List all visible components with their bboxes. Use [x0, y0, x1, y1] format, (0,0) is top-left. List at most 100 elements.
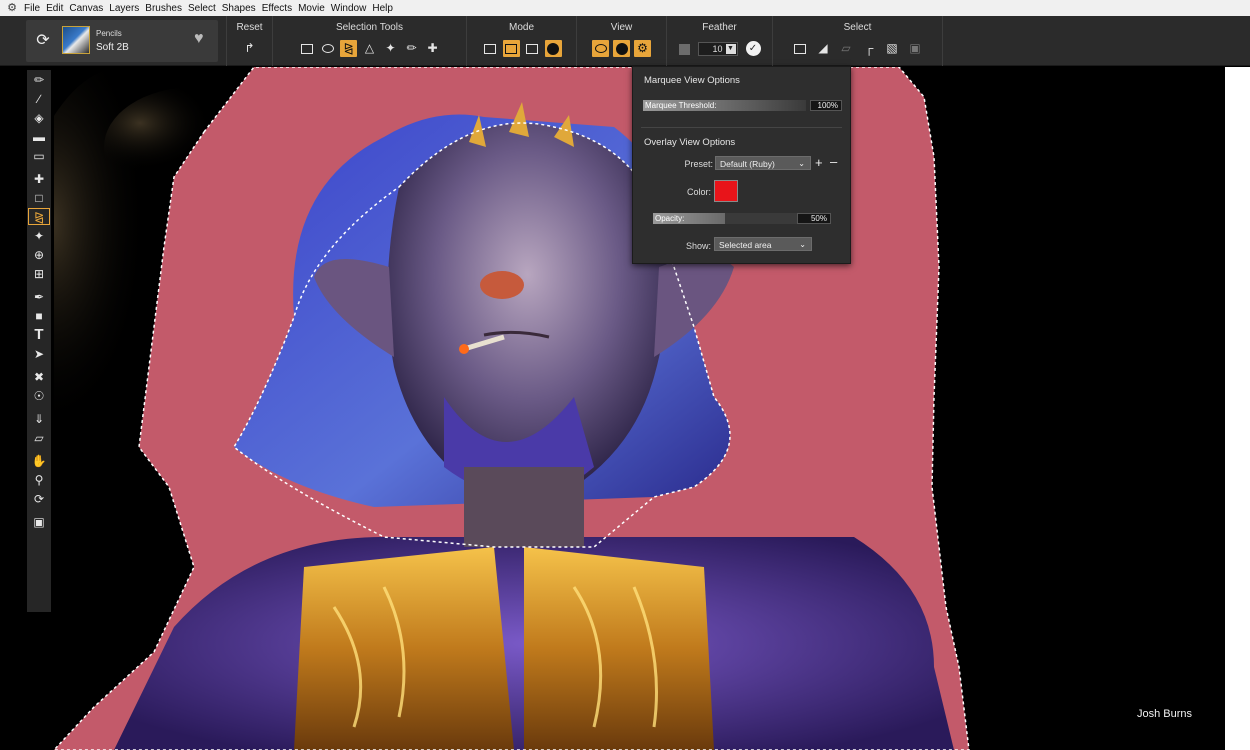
paint-bucket-tool-icon[interactable]: ◈ [27, 108, 51, 127]
reset-group: Reset ↱ [226, 16, 272, 66]
marquee-view-options-title: Marquee View Options [644, 75, 740, 86]
property-bar: ⟳ Pencils Soft 2B ♥ Reset ↱ Selection To… [0, 16, 1250, 66]
feather-title: Feather [702, 22, 737, 33]
opacity-value-text: 50% [810, 214, 827, 223]
marquee-threshold-value-text: 100% [817, 101, 838, 110]
opacity-value[interactable]: 50% [797, 213, 831, 224]
opacity-label: Opacity: [655, 214, 685, 223]
selection-brush-icon[interactable]: ✏ [403, 40, 420, 57]
cloner-tool-icon[interactable]: ✖ [27, 367, 51, 386]
reset-tool-icon[interactable]: ↱ [241, 40, 258, 57]
menu-edit[interactable]: Edit [46, 3, 63, 14]
selection-tools-group: Selection Tools ⧎ △ ✦ ✏ ✚ [272, 16, 466, 66]
feather-value-field[interactable]: 10 ▼ [697, 42, 738, 56]
rotate-page-tool-icon[interactable]: ⟳ [27, 489, 51, 508]
oval-selection-icon[interactable] [319, 40, 336, 57]
mode-replace-icon[interactable] [482, 40, 499, 57]
pen-tool-icon[interactable]: ✒ [27, 287, 51, 306]
menu-help[interactable]: Help [372, 3, 393, 14]
menu-file[interactable]: File [24, 3, 40, 14]
marquee-threshold-label: Marquee Threshold: [645, 101, 717, 110]
select-all-icon[interactable] [792, 40, 809, 57]
menu-shapes[interactable]: Shapes [222, 3, 256, 14]
select-transform-icon[interactable]: ▱ [838, 40, 855, 57]
marquee-threshold-slider[interactable]: Marquee Threshold: [643, 100, 806, 111]
show-dropdown[interactable]: Selected area ⌄ [714, 237, 812, 251]
opacity-slider[interactable]: Opacity: [653, 213, 725, 224]
show-dropdown-value: Selected area [719, 240, 772, 250]
feather-apply-check-icon[interactable]: ✓ [745, 41, 761, 56]
gradient-tool-icon[interactable]: ▬ [27, 127, 51, 146]
mirror-tool-icon[interactable]: ⇓ [27, 409, 51, 428]
empty-group [942, 16, 1094, 66]
menu-brushes[interactable]: Brushes [145, 3, 182, 14]
mode-intersect-icon[interactable] [544, 40, 562, 57]
selection-tools-title: Selection Tools [335, 22, 404, 33]
shape-selection-tool-icon[interactable]: ➤ [27, 344, 51, 363]
select-save-icon[interactable]: ▣ [907, 40, 924, 57]
menu-bar: ⚙ File Edit Canvas Layers Brushes Select… [0, 0, 1250, 16]
grabber-hand-tool-icon[interactable]: ✋ [27, 451, 51, 470]
feather-group: Feather 10 ▼ ✓ [666, 16, 772, 66]
layer-adjuster-tool-icon[interactable]: ✚ [27, 169, 51, 188]
mode-group: Mode [466, 16, 576, 66]
overlay-color-swatch[interactable] [714, 180, 738, 202]
feather-swatch-icon [678, 44, 690, 55]
select-grow-icon[interactable]: ┌ [861, 40, 878, 57]
eraser-tool-icon[interactable]: ▭ [27, 146, 51, 165]
rectangular-selection-tool-icon[interactable]: □ [27, 188, 51, 207]
select-shrink-icon[interactable]: ▧ [884, 40, 901, 57]
magic-wand-icon[interactable]: ✦ [382, 40, 399, 57]
select-group: Select ◢ ▱ ┌ ▧ ▣ [772, 16, 942, 66]
feather-dropdown-arrow-icon[interactable]: ▼ [725, 44, 736, 54]
view-overlay-icon[interactable] [613, 40, 630, 57]
add-preset-icon[interactable]: + [815, 156, 823, 170]
menu-effects[interactable]: Effects [262, 3, 292, 14]
brush-tool-icon[interactable]: ✏ [27, 70, 51, 89]
artist-credit: Josh Burns [1136, 708, 1192, 720]
preset-dropdown[interactable]: Default (Ruby) ⌄ [715, 156, 811, 170]
magic-wand-tool-icon[interactable]: ✦ [27, 226, 51, 245]
menu-select[interactable]: Select [188, 3, 216, 14]
menu-movie[interactable]: Movie [298, 3, 325, 14]
menu-window[interactable]: Window [331, 3, 367, 14]
rectangle-selection-icon[interactable] [298, 40, 315, 57]
rectangle-shape-tool-icon[interactable]: ■ [27, 306, 51, 325]
menu-canvas[interactable]: Canvas [69, 3, 103, 14]
mode-subtract-icon[interactable] [524, 40, 541, 57]
marquee-view-options-panel: Marquee View Options Marquee Threshold: … [632, 66, 851, 264]
lasso-tool-icon[interactable]: ⧎ [27, 207, 51, 226]
feather-value-text: 10 [712, 44, 723, 54]
screen-mode-toggle-icon[interactable]: ▣ [27, 512, 51, 531]
brush-selector[interactable]: ⟳ Pencils Soft 2B ♥ [26, 20, 218, 62]
polygonal-lasso-icon[interactable]: △ [361, 40, 378, 57]
crop-tool-icon[interactable]: ⊞ [27, 264, 51, 283]
remove-preset-icon[interactable]: – [830, 155, 837, 169]
perspective-tool-icon[interactable]: ▱ [27, 428, 51, 447]
opacity-slider-track[interactable] [725, 213, 797, 224]
brush-reset-icon[interactable]: ⟳ [34, 32, 52, 50]
dropper-tool-icon[interactable]: ∕ [27, 89, 51, 108]
show-label: Show: [685, 241, 711, 251]
magnifier-tool-icon[interactable]: ⚲ [27, 470, 51, 489]
preset-label: Preset: [684, 159, 713, 169]
select-title: Select [843, 22, 872, 33]
menu-layers[interactable]: Layers [109, 3, 139, 14]
brush-thumbnail[interactable] [62, 26, 90, 54]
text-tool-icon[interactable]: T [27, 325, 51, 344]
canvas-edge [1225, 67, 1250, 750]
show-chevron-down-icon: ⌄ [799, 240, 806, 249]
favorite-heart-icon[interactable]: ♥ [194, 30, 204, 48]
mode-add-icon[interactable] [502, 40, 520, 57]
marquee-threshold-value[interactable]: 100% [810, 100, 842, 111]
view-options-gear-icon[interactable]: ⚙ [634, 40, 651, 57]
view-marquee-icon[interactable] [592, 40, 609, 57]
select-invert-icon[interactable]: ◢ [815, 40, 832, 57]
app-logo-icon: ⚙ [7, 2, 17, 14]
selection-adjuster-tool-icon[interactable]: ⊕ [27, 245, 51, 264]
lasso-icon[interactable]: ⧎ [340, 40, 357, 57]
blender-tool-icon[interactable]: ☉ [27, 386, 51, 405]
selection-adjuster-icon[interactable]: ✚ [424, 40, 441, 57]
mode-title: Mode [508, 22, 534, 33]
view-title: View [610, 22, 633, 33]
